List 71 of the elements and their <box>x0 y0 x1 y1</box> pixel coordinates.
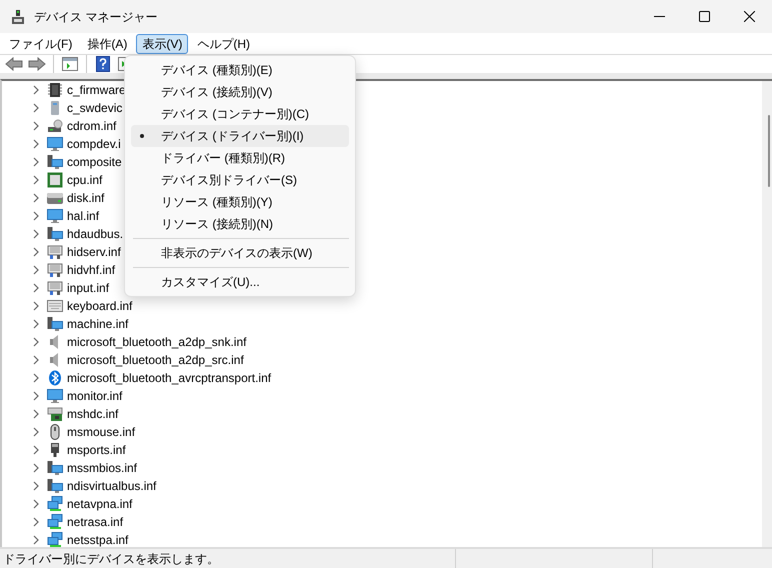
menu-item[interactable]: デバイス (コンテナー別)(C) <box>131 103 349 125</box>
help-button[interactable] <box>93 54 113 74</box>
status-text: ドライバー別にデバイスを表示します。 <box>2 550 220 568</box>
tree-item[interactable]: input.inf <box>30 279 110 297</box>
tree-item[interactable]: cpu.inf <box>30 171 102 189</box>
hid-icon <box>47 244 63 260</box>
menu-item[interactable]: 表示(V) <box>136 34 188 54</box>
menu-item[interactable]: カスタマイズ(U)... <box>131 271 349 293</box>
tree-item[interactable]: compdev.i <box>30 135 121 153</box>
window-title: デバイス マネージャー <box>34 8 158 26</box>
network-icon <box>47 514 63 530</box>
computer-icon <box>47 154 63 170</box>
tree-item[interactable]: netavpna.inf <box>30 495 132 513</box>
maximize-icon <box>699 11 710 22</box>
keyboard-icon <box>47 298 63 314</box>
menu-item[interactable]: 操作(A) <box>81 34 134 54</box>
console-tree-button[interactable] <box>60 54 80 74</box>
cpu-icon <box>47 172 63 188</box>
tree-item[interactable]: msmouse.inf <box>30 423 136 441</box>
menu-item[interactable]: リソース (接続別)(N) <box>131 213 349 235</box>
monitor-icon <box>47 388 63 404</box>
forward-button[interactable] <box>27 54 47 74</box>
hid-icon <box>47 280 63 296</box>
tree-item[interactable]: mssmbios.inf <box>30 459 138 477</box>
network-icon <box>47 532 63 547</box>
close-icon <box>744 11 755 22</box>
minimize-icon <box>654 16 665 17</box>
tree-item[interactable]: hidvhf.inf <box>30 261 116 279</box>
tree-item[interactable]: netrasa.inf <box>30 513 124 531</box>
scrollbar[interactable] <box>762 81 772 547</box>
controller-icon <box>47 406 63 422</box>
computer-icon <box>47 460 63 476</box>
menu-item[interactable]: 非表示のデバイスの表示(W) <box>131 242 349 264</box>
tree-item[interactable]: netsstpa.inf <box>30 531 128 547</box>
tree-item[interactable]: keyboard.inf <box>30 297 132 315</box>
tree-item[interactable]: hal.inf <box>30 207 100 225</box>
tree-item[interactable]: microsoft_bluetooth_a2dp_src.inf <box>30 351 244 369</box>
tree-item[interactable]: hidserv.inf <box>30 243 121 261</box>
computer-icon <box>47 478 63 494</box>
menu-item[interactable]: デバイス (種類別)(E) <box>131 59 349 81</box>
tree-item[interactable]: microsoft_bluetooth_avrcptransport.inf <box>30 369 272 387</box>
computer-icon <box>47 316 63 332</box>
tree-item[interactable]: mshdc.inf <box>30 405 118 423</box>
back-button[interactable] <box>4 54 24 74</box>
cdrom-icon <box>47 118 63 134</box>
tree-item[interactable]: disk.inf <box>30 189 104 207</box>
menu-item[interactable]: ドライバー (種類別)(R) <box>131 147 349 169</box>
menu-item[interactable]: デバイス別ドライバー(S) <box>131 169 349 191</box>
hid-icon <box>47 262 63 278</box>
tree-item[interactable]: c_swdevic <box>30 99 122 117</box>
tree-item[interactable]: c_firmware <box>30 81 126 99</box>
tree-item[interactable]: machine.inf <box>30 315 128 333</box>
menu-item[interactable]: デバイス (接続別)(V) <box>131 81 349 103</box>
tree-item[interactable]: msports.inf <box>30 441 126 459</box>
menu-item[interactable]: ヘルプ(H) <box>191 34 256 54</box>
tree-item[interactable]: monitor.inf <box>30 387 122 405</box>
menu-item[interactable]: リソース (種類別)(Y) <box>131 191 349 213</box>
tree-item[interactable]: ndisvirtualbus.inf <box>30 477 156 495</box>
tree-item[interactable]: hdaudbus. <box>30 225 124 243</box>
network-icon <box>47 496 63 512</box>
chip-icon <box>47 82 63 98</box>
monitor-icon <box>47 136 63 152</box>
bluetooth-icon <box>47 370 63 386</box>
tree-item[interactable]: composite <box>30 153 122 171</box>
menu-item[interactable]: デバイス (ドライバー別)(I) <box>131 125 349 147</box>
menu-item[interactable]: ファイル(F) <box>3 34 78 54</box>
monitor-icon <box>47 208 63 224</box>
tree-item[interactable]: microsoft_bluetooth_a2dp_snk.inf <box>30 333 246 351</box>
device-manager-icon <box>10 8 26 24</box>
computer-icon <box>47 226 63 242</box>
tree-item[interactable]: cdrom.inf <box>30 117 116 135</box>
